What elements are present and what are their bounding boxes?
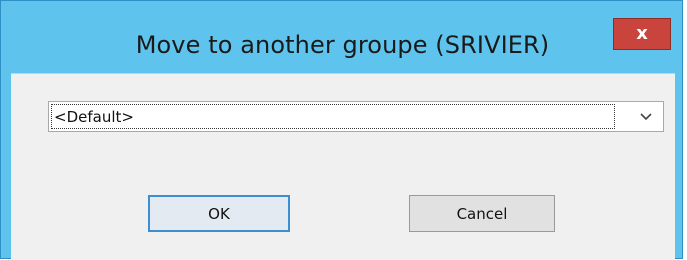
close-button[interactable]: x (613, 18, 671, 50)
dialog-title: Move to another groupe (SRIVIER) (135, 31, 550, 59)
dialog-window: Move to another groupe (SRIVIER) x <Defa… (0, 0, 687, 260)
group-select-field[interactable]: <Default> (51, 104, 615, 129)
group-select[interactable]: <Default> (48, 101, 664, 132)
ok-button[interactable]: OK (148, 195, 290, 232)
dialog-content: <Default> OK Cancel (11, 73, 675, 260)
group-select-value: <Default> (54, 108, 134, 126)
close-icon: x (636, 23, 648, 44)
group-select-dropdown-button[interactable] (629, 102, 663, 131)
dialog-frame: Move to another groupe (SRIVIER) x <Defa… (0, 0, 683, 260)
cancel-button[interactable]: Cancel (409, 195, 555, 232)
chevron-down-icon (640, 112, 652, 120)
